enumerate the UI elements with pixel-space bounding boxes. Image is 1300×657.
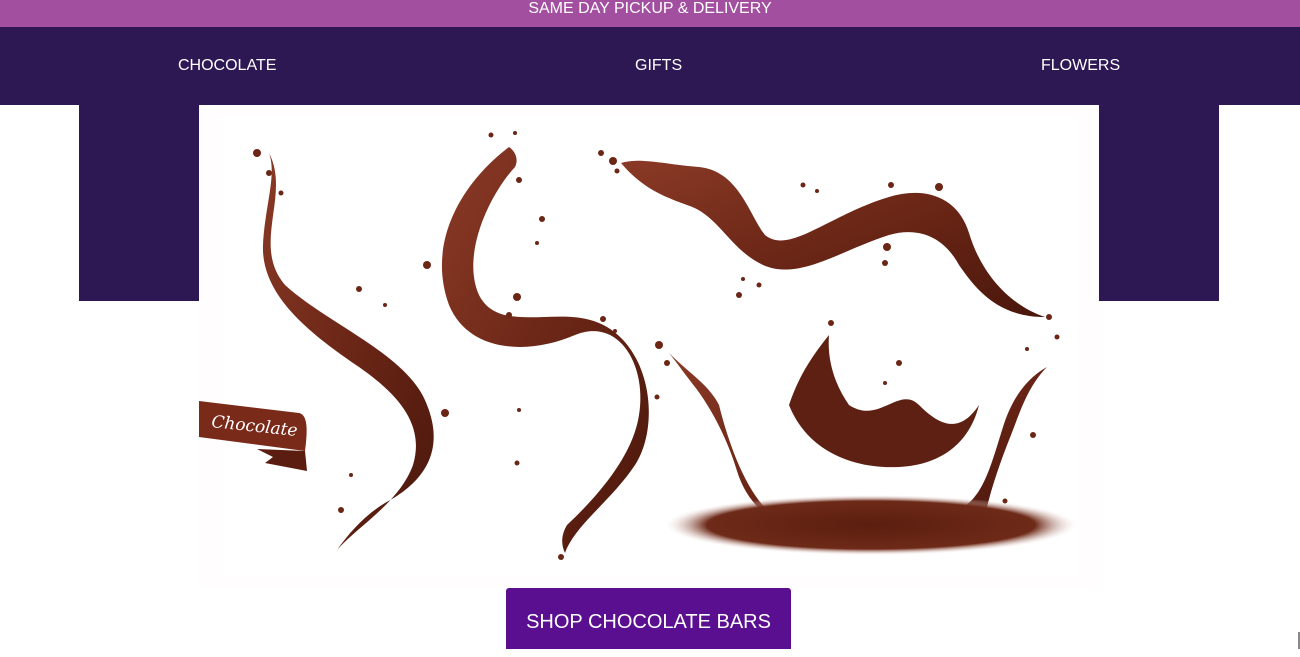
nav-item-gifts[interactable]: GIFTS xyxy=(635,27,682,105)
promo-text: SAME DAY PICKUP & DELIVERY xyxy=(528,0,772,17)
hero-image[interactable]: Chocolate xyxy=(199,105,1099,588)
splash-puddle xyxy=(666,495,1076,555)
nav-item-chocolate[interactable]: CHOCOLATE xyxy=(178,27,276,105)
nav-item-flowers[interactable]: FLOWERS xyxy=(1041,27,1120,105)
shop-chocolate-bars-button[interactable]: SHOP CHOCOLATE BARS xyxy=(506,588,791,649)
promo-banner: SAME DAY PICKUP & DELIVERY xyxy=(0,0,1300,27)
main-nav: CHOCOLATE GIFTS FLOWERS xyxy=(0,27,1300,105)
chocolate-splash-illustration: Chocolate xyxy=(199,117,1079,577)
